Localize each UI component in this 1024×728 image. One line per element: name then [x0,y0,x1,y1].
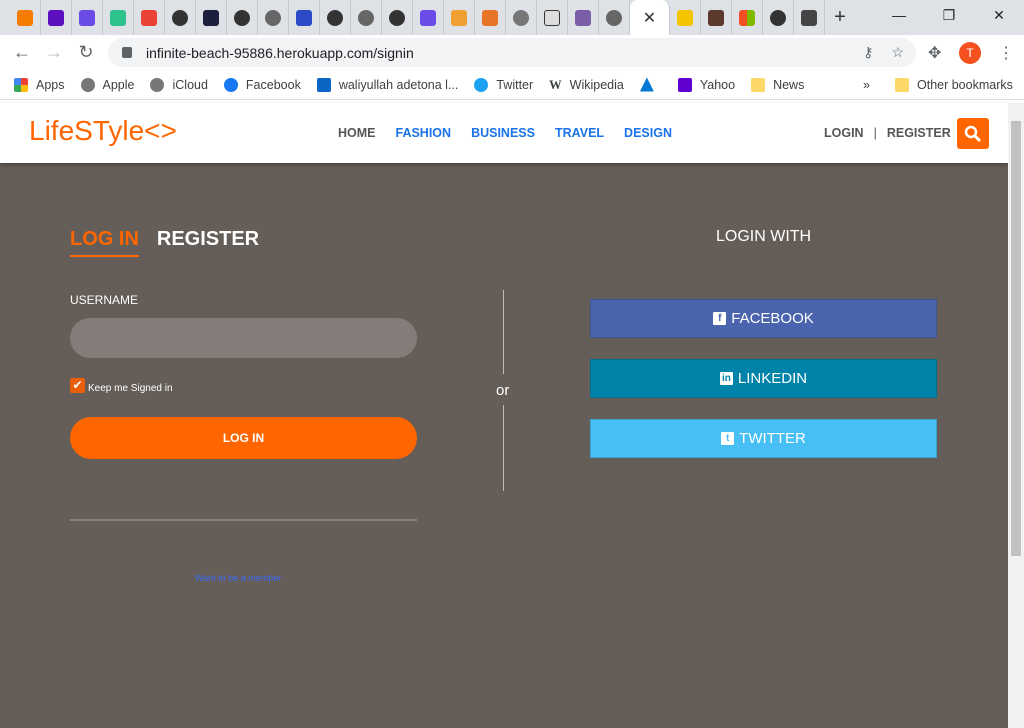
bookmark-apple[interactable]: Apple [80,77,134,92]
browser-tab[interactable] [10,0,41,35]
reload-icon[interactable]: ↻ [70,42,102,63]
key-icon[interactable]: ⚷ [863,44,873,61]
browser-tab[interactable] [506,0,537,35]
nav-design[interactable]: DESIGN [624,126,672,140]
bookmarks-overflow[interactable]: » [863,78,870,92]
minimize-button[interactable]: — [874,0,924,30]
browser-tab[interactable] [351,0,382,35]
browser-tab[interactable] [196,0,227,35]
tab-register[interactable]: REGISTER [157,228,259,257]
bookmark-apps[interactable]: Apps [14,77,65,92]
header-register-link[interactable]: REGISTER [887,126,951,140]
browser-tab[interactable] [444,0,475,35]
close-window-button[interactable]: ✕ [974,0,1024,30]
bookmark-wikipedia[interactable]: W Wikipedia [549,78,624,92]
bookmark-linkedin[interactable]: waliyullah adetona l... [316,77,458,92]
extensions-icon[interactable]: ✥ [928,43,941,63]
facebook-login-button[interactable]: f FACEBOOK [590,299,937,338]
facebook-icon: f [713,312,727,325]
browser-tab[interactable] [165,0,196,35]
keep-signed-in-label: Keep me Signed in [88,383,173,394]
tab-strip: ✕ + — ❐ ✕ [0,0,1024,35]
browser-tab[interactable] [599,0,630,35]
browser-tab[interactable] [227,0,258,35]
linkedin-icon: in [719,372,733,385]
username-input[interactable] [70,318,417,358]
login-button[interactable]: LOG IN [70,417,417,459]
vertical-divider [503,405,504,491]
header-login-link[interactable]: LOGIN [824,126,864,140]
browser-tab[interactable] [382,0,413,35]
browser-tab[interactable] [103,0,134,35]
main-nav: HOME FASHION BUSINESS TRAVEL DESIGN [338,126,672,140]
search-button[interactable] [957,118,989,149]
vertical-divider [503,290,504,374]
address-toolbar: ← → ↻ infinite-beach-95886.herokuapp.com… [0,35,1024,70]
tab-login[interactable]: LOG IN [70,228,139,257]
nav-fashion[interactable]: FASHION [396,126,452,140]
browser-tab[interactable] [732,0,763,35]
twitter-login-button[interactable]: t TWITTER [590,419,937,458]
page-content: LifeSTyle<> HOME FASHION BUSINESS TRAVEL… [0,103,1008,728]
bookmark-icloud[interactable]: iCloud [150,77,208,92]
other-bookmarks[interactable]: Other bookmarks [895,77,1013,92]
back-icon[interactable]: ← [6,42,38,63]
star-icon[interactable]: ☆ [891,44,904,61]
linkedin-login-button[interactable]: in LINKEDIN [590,359,937,398]
browser-tab[interactable] [320,0,351,35]
twitter-icon: t [721,432,735,445]
browser-tab[interactable] [41,0,72,35]
divider [70,519,417,521]
browser-tab[interactable] [763,0,794,35]
nav-business[interactable]: BUSINESS [471,126,535,140]
active-tab-close-icon[interactable]: ✕ [630,0,670,35]
browser-tab[interactable] [72,0,103,35]
username-label: USERNAME [70,293,139,307]
separator: | [873,126,877,140]
browser-tab[interactable] [258,0,289,35]
browser-tab[interactable] [701,0,732,35]
scrollbar[interactable] [1008,103,1024,728]
bookmark-facebook[interactable]: Facebook [223,77,301,92]
forward-icon[interactable]: → [38,42,70,63]
new-tab-button[interactable]: + [825,6,855,29]
browser-tab[interactable] [413,0,444,35]
browser-tab[interactable] [289,0,320,35]
browser-tab[interactable] [134,0,165,35]
menu-icon[interactable]: ⋮ [998,43,1014,63]
browser-tab[interactable] [537,0,568,35]
bookmark-news[interactable]: News [751,77,804,92]
or-label: or [496,382,510,399]
restore-button[interactable]: ❐ [924,0,974,30]
member-link[interactable]: Want to be a member [195,573,281,583]
bookmark-yahoo[interactable]: Yahoo [677,77,735,92]
site-logo[interactable]: LifeSTyle<> [29,115,177,147]
profile-avatar[interactable]: T [959,41,981,64]
browser-tab[interactable] [475,0,506,35]
site-header: LifeSTyle<> HOME FASHION BUSINESS TRAVEL… [0,103,1008,163]
url-text: infinite-beach-95886.herokuapp.com/signi… [146,44,414,61]
search-icon [964,125,982,142]
browser-tab[interactable] [670,0,701,35]
browser-tab[interactable] [794,0,825,35]
bookmark-azure[interactable] [639,77,662,92]
scrollbar-thumb[interactable] [1011,121,1021,556]
nav-travel[interactable]: TRAVEL [555,126,604,140]
nav-home[interactable]: HOME [338,126,376,140]
bookmarks-bar: Apps Apple iCloud Facebook waliyullah ad… [0,70,1024,100]
browser-tab[interactable] [568,0,599,35]
login-with-title: LOGIN WITH [716,228,812,245]
lock-icon [122,47,132,58]
bookmark-twitter[interactable]: Twitter [474,77,533,92]
keep-signed-in-checkbox[interactable]: ✔ [70,378,85,393]
address-bar[interactable]: infinite-beach-95886.herokuapp.com/signi… [108,38,916,67]
